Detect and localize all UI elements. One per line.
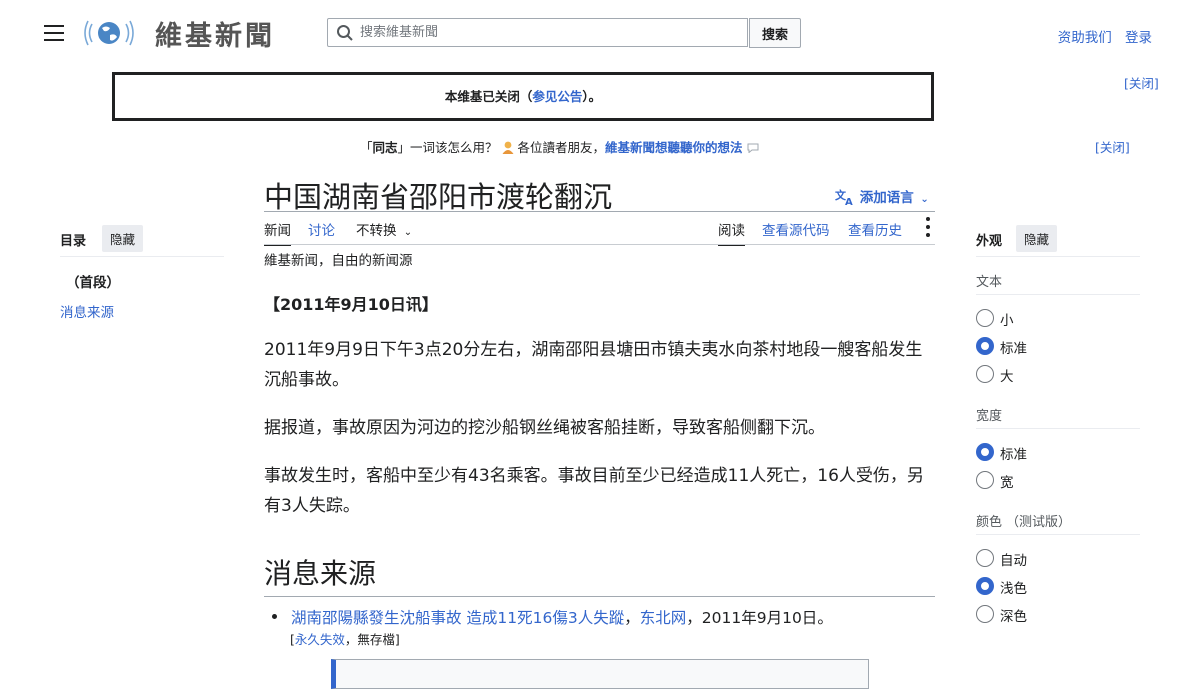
radio-text-standard[interactable] <box>976 337 994 355</box>
section-heading-sources: 消息来源 <box>264 557 377 590</box>
translate-icon: 文 A <box>835 188 853 208</box>
appearance-divider <box>976 256 1140 257</box>
dot <box>926 217 930 221</box>
survey-friends: 各位讀者朋友， <box>517 140 606 155</box>
speech-bubble-icon <box>747 143 759 154</box>
toc-divider <box>60 256 224 257</box>
radio-text-small[interactable] <box>976 309 994 327</box>
appearance-title: 外观 <box>976 234 1003 249</box>
survey-question: 」一词该怎么用？ <box>397 140 498 155</box>
appearance-hide-button[interactable]: 隐藏 <box>1016 225 1058 252</box>
dot <box>926 225 930 229</box>
page-title: 中国湖南省邵阳市渡轮翻沉 <box>264 180 613 214</box>
tab-divider <box>264 244 935 245</box>
section-divider <box>976 294 1140 295</box>
radio-color-auto[interactable] <box>976 549 994 567</box>
tab-view-history[interactable]: 查看历史 <box>848 219 902 244</box>
source-item: 湖南邵陽縣發生沈船事故 造成11死16傷3人失蹤，东北网，2011年9月10日。 <box>291 606 833 628</box>
donate-link[interactable]: 资助我们 <box>1058 30 1112 46</box>
section-divider <box>976 428 1140 429</box>
article-paragraph: 事故发生时，客船中至少有43名乘客。事故目前至少已经造成11人死亡，16人受伤，… <box>264 466 924 516</box>
tab-view-source[interactable]: 查看源代码 <box>762 219 830 244</box>
survey-term: 同志 <box>372 140 398 155</box>
login-link[interactable]: 登录 <box>1125 30 1152 46</box>
radio-label[interactable]: 浅色 <box>1000 577 1027 597</box>
wikinews-logo-icon[interactable] <box>84 16 134 50</box>
main-menu-button[interactable] <box>44 25 64 41</box>
tab-read[interactable]: 阅读 <box>718 219 745 246</box>
close-survey-link[interactable]: [关闭] <box>1095 137 1130 156</box>
source-sep: ， <box>624 609 640 627</box>
radio-text-large[interactable] <box>976 365 994 383</box>
closure-text-end: ）。 <box>582 89 602 104</box>
svg-text:A: A <box>845 197 853 206</box>
chevron-down-icon: ⌄ <box>403 227 413 238</box>
archived-notice-box <box>331 659 869 689</box>
hamburger-line <box>44 39 64 41</box>
radio-label[interactable]: 自动 <box>1000 549 1027 569</box>
survey-banner: 「同志」一词该怎么用？ 各位讀者朋友，維基新聞想聽聽你的想法 <box>360 137 759 156</box>
tab-talk[interactable]: 讨论 <box>308 219 335 244</box>
radio-label[interactable]: 大 <box>1000 365 1014 385</box>
search-button[interactable]: 搜索 <box>749 18 801 48</box>
toc-title: 目录 <box>60 234 87 249</box>
hamburger-line <box>44 25 64 27</box>
toc-item-sources[interactable]: 消息来源 <box>60 301 114 321</box>
archive-status: ，無存檔] <box>344 632 400 647</box>
chevron-down-icon: ⌄ <box>920 194 929 205</box>
source-publisher-link[interactable]: 东北网 <box>640 609 687 627</box>
wordmark[interactable]: 維基新聞 <box>155 14 275 53</box>
dead-link[interactable]: 永久失效 <box>295 632 345 647</box>
radio-color-light[interactable] <box>976 577 994 595</box>
tab-news[interactable]: 新闻 <box>264 219 291 246</box>
variant-label: 不转换 <box>356 223 397 239</box>
person-icon <box>502 141 514 154</box>
toc-hide-button[interactable]: 隐藏 <box>102 225 144 252</box>
radio-width-standard[interactable] <box>976 443 994 461</box>
radio-color-dark[interactable] <box>976 605 994 623</box>
radio-label[interactable]: 深色 <box>1000 605 1027 625</box>
dot <box>926 233 930 237</box>
section-divider <box>976 534 1140 535</box>
radio-label[interactable]: 标准 <box>1000 443 1027 463</box>
radio-label[interactable]: 标准 <box>1000 337 1027 357</box>
user-links: 资助我们 登录 <box>1049 26 1152 46</box>
radio-width-wide[interactable] <box>976 471 994 489</box>
list-bullet <box>272 614 277 619</box>
section-divider <box>264 596 935 597</box>
closure-text: 本维基已关闭（ <box>444 89 533 104</box>
toc-item-intro[interactable]: （首段） <box>66 271 120 291</box>
search-icon <box>337 25 353 41</box>
hamburger-line <box>44 32 64 34</box>
survey-link[interactable]: 維基新聞想聽聽你的想法 <box>605 140 743 155</box>
source-date: ，2011年9月10日。 <box>686 609 833 627</box>
radio-label[interactable]: 小 <box>1000 309 1014 329</box>
source-article-link[interactable]: 湖南邵陽縣發生沈船事故 造成11死16傷3人失蹤 <box>291 609 624 627</box>
width-label: 宽度 <box>976 409 1003 424</box>
more-actions-button[interactable] <box>922 217 934 241</box>
radio-label[interactable]: 宽 <box>1000 471 1014 491</box>
text-size-label: 文本 <box>976 275 1003 290</box>
variant-dropdown[interactable]: 不转换 ⌄ <box>356 219 412 244</box>
search-input[interactable] <box>356 19 749 46</box>
color-label-text: 颜色 <box>976 515 1003 530</box>
source-archive-note: [永久失效，無存檔] <box>290 629 400 648</box>
color-label: 颜色 （测试版） <box>976 511 1071 530</box>
title-divider <box>264 211 935 212</box>
survey-prefix: 「 <box>360 140 373 155</box>
close-closure-notice-link[interactable]: [关闭] <box>1124 73 1159 92</box>
add-language-button[interactable]: 文 A 添加语言 ⌄ <box>835 186 929 208</box>
site-tagline: 維基新闻，自由的新闻源 <box>264 253 413 269</box>
closure-notice: 本维基已关闭（参见公告）。 <box>112 72 934 121</box>
article-paragraph: 据报道，事故原因为河边的挖沙船钢丝绳被客船挂断，导致客船侧翻下沉。 <box>264 418 825 438</box>
add-language-label: 添加语言 <box>859 190 914 206</box>
beta-label: （测试版） <box>1006 515 1072 530</box>
article-paragraph: 2011年9月9日下午3点20分左右，湖南邵阳县塘田市镇夫夷水向茶村地段一艘客船… <box>264 340 923 390</box>
closure-announcement-link[interactable]: 参见公告 <box>532 89 582 104</box>
dateline: 【2011年9月10日讯】 <box>264 295 438 314</box>
